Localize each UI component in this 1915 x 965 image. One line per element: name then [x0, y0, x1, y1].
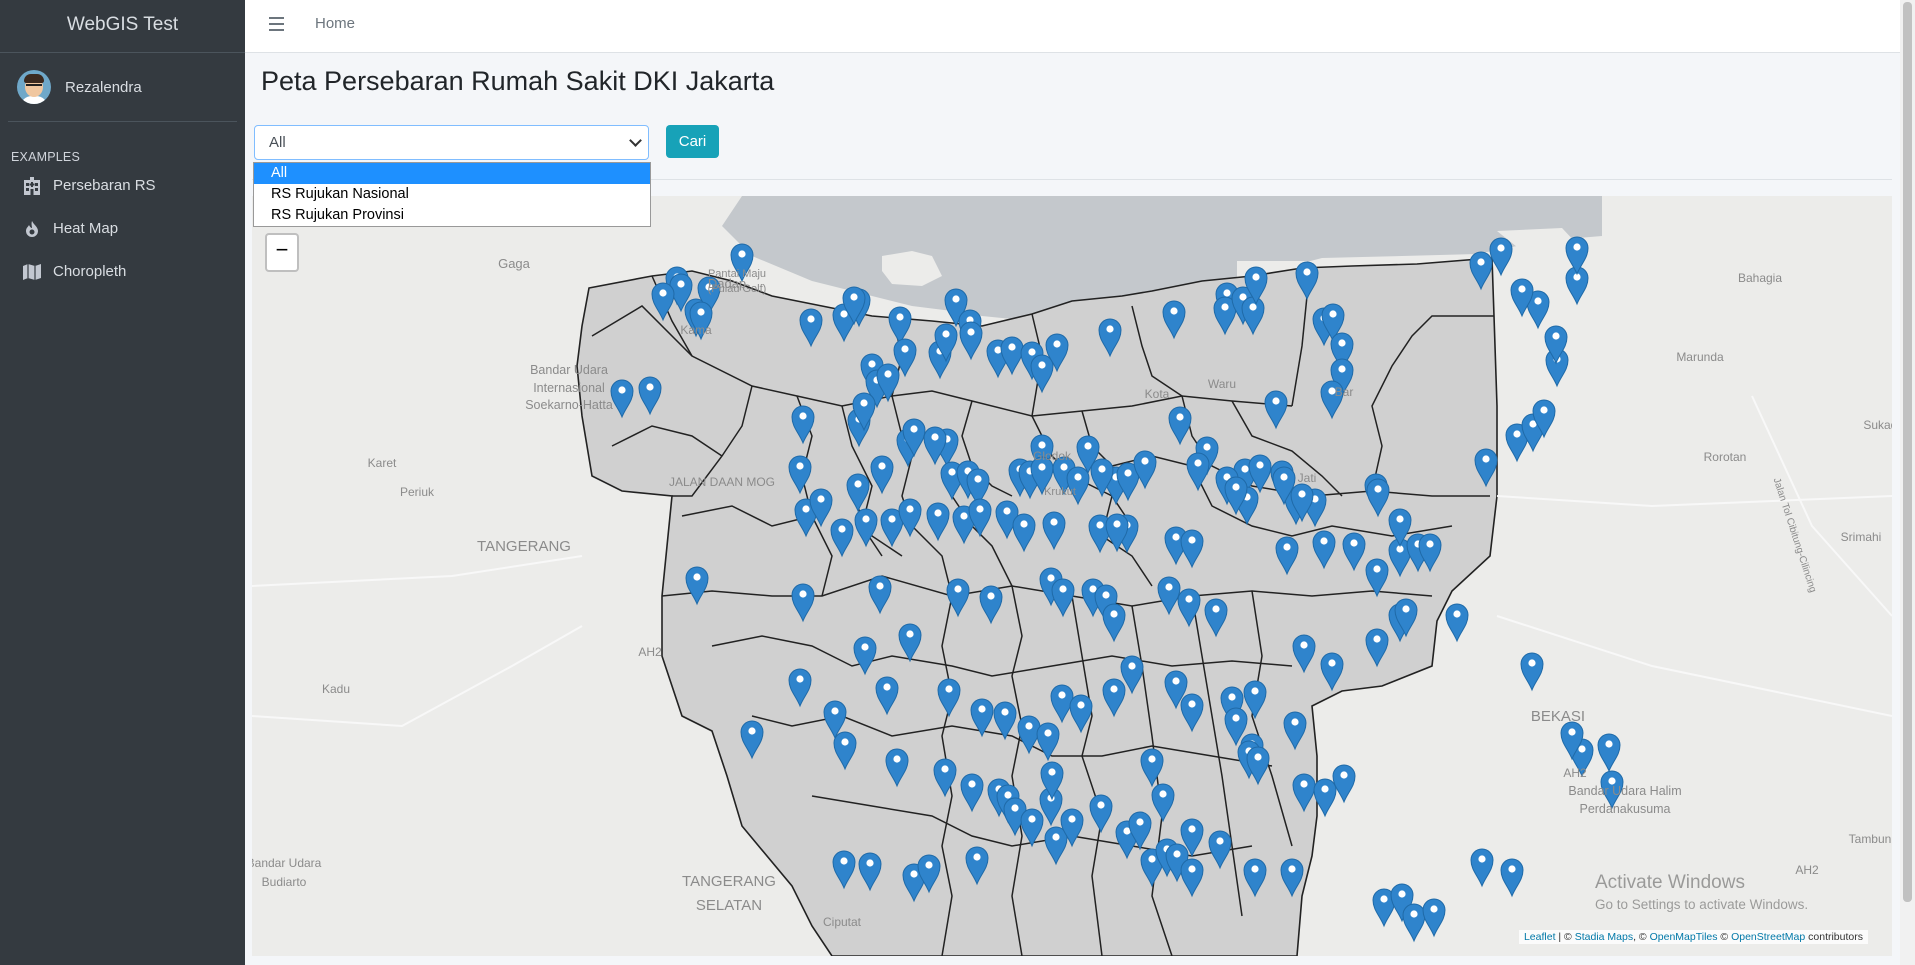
map-container[interactable]: Gaga Dadap Pantai Maju (Pulau Golf) Bandar U…: [252, 196, 1892, 956]
map-place-label: Kota: [1145, 387, 1170, 401]
map-place-label: TANGERANG: [477, 538, 571, 555]
hospital-marker-icon[interactable]: [1402, 903, 1426, 943]
map-place-label: Rorotan: [1704, 450, 1747, 464]
map-place-label: (Pulau Golf): [708, 283, 767, 295]
map-place-label: Marunda: [1676, 350, 1724, 364]
openstreetmap-link[interactable]: OpenStreetMap: [1731, 931, 1805, 943]
chevron-down-icon: [629, 134, 642, 147]
sidebar-item-label: Persebaran RS: [53, 177, 156, 194]
map-place-label: Pantai Maju: [708, 268, 766, 280]
category-select[interactable]: All: [254, 125, 649, 160]
select-option-rs-rujukan-nasional[interactable]: RS Rujukan Nasional: [254, 184, 650, 205]
map-place-label: Karet: [368, 456, 397, 470]
map-attribution: Leaflet | © Stadia Maps, © OpenMapTiles …: [1518, 930, 1868, 944]
map-place-label: Sukadan: [1863, 418, 1892, 432]
map-place-label: AH2: [638, 645, 662, 659]
sidebar-item-label: Heat Map: [53, 220, 119, 237]
sidebar: WebGIS Test Rezalendra EXAMPLES Persebar…: [0, 0, 245, 965]
sidebar-item-choropleth[interactable]: Choropleth: [0, 250, 245, 293]
watermark-line: Go to Settings to activate Windows.: [1595, 897, 1809, 912]
zoom-out-button[interactable]: −: [265, 233, 299, 272]
fire-icon: [22, 220, 42, 238]
sidebar-item-persebaran-rs[interactable]: Persebaran RS: [0, 164, 245, 207]
page-scrollbar[interactable]: [1900, 0, 1915, 965]
map-place-label: Srimahi: [1841, 530, 1882, 544]
windows-activation-watermark: Activate Windows Go to Settings to activ…: [1595, 872, 1808, 912]
sidebar-item-label: Choropleth: [53, 263, 127, 280]
attribution-text: , ©: [1633, 931, 1650, 943]
map-place-label: TANGERANG: [682, 873, 776, 890]
hospital-marker-icon[interactable]: [1332, 764, 1356, 804]
avatar: [17, 70, 51, 104]
map-place-label: JALAN DAAN MOG: [669, 475, 775, 489]
select-option-rs-rujukan-provinsi[interactable]: RS Rujukan Provinsi: [254, 205, 650, 226]
user-name[interactable]: Rezalendra: [65, 79, 142, 96]
leaflet-link[interactable]: Leaflet: [1524, 931, 1556, 943]
hospital-marker-icon[interactable]: [1520, 652, 1544, 692]
hospital-marker-icon[interactable]: [1445, 603, 1469, 643]
map-place-label: Ciputat: [823, 915, 862, 929]
hospital-marker-icon[interactable]: [1470, 848, 1494, 888]
map-place-label: Bandar Udara Halim: [1568, 784, 1681, 798]
attribution-text: | ©: [1555, 931, 1575, 943]
map-place-label: Bandar Udara: [530, 363, 608, 377]
select-value: All: [269, 134, 286, 151]
map-place-label: Tambun: [1849, 832, 1892, 846]
stadia-link[interactable]: Stadia Maps: [1575, 931, 1633, 943]
hospital-marker-icon[interactable]: [1489, 237, 1513, 277]
map-place-label: Perdanakusuma: [1579, 802, 1670, 816]
hamburger-menu-icon[interactable]: [269, 17, 284, 35]
nav-link-home[interactable]: Home: [315, 15, 355, 32]
map-place-label: Bar: [1335, 385, 1354, 399]
map-place-label: Budiarto: [262, 875, 307, 889]
map-place-label: AH2: [1563, 766, 1587, 780]
map-place-label: Waru: [1208, 377, 1236, 391]
attribution-text: contributors: [1805, 931, 1863, 943]
map-place-label: Soekarno-Hatta: [525, 398, 613, 412]
map-place-label: Gaga: [498, 256, 531, 271]
hospital-marker-icon[interactable]: [1565, 236, 1589, 276]
map-place-label: Kadu: [322, 682, 350, 696]
map-place-label: Bandar Udara: [252, 856, 322, 870]
watermark-line: Activate Windows: [1595, 872, 1745, 893]
hospital-marker-icon[interactable]: [1500, 858, 1524, 898]
map-place-label: Jalan Tol Cibitung-Cilincing: [1771, 477, 1819, 594]
page-title: Peta Persebaran Rumah Sakit DKI Jakarta: [261, 66, 775, 96]
hospital-marker-icon[interactable]: [1597, 733, 1621, 773]
map-place-label: Internasional: [533, 381, 605, 395]
map-place-label: Periuk: [400, 485, 435, 499]
map-place-label: Glodok: [1033, 449, 1072, 463]
top-navbar: Home: [245, 0, 1900, 53]
attribution-text: ©: [1717, 931, 1732, 943]
map-place-label: Jati: [1298, 471, 1317, 485]
map-icon: [22, 263, 42, 281]
map-place-label: BEKASI: [1531, 708, 1585, 725]
search-button[interactable]: Cari: [666, 125, 719, 158]
hospital-marker-icon[interactable]: [1422, 898, 1446, 938]
select-dropdown-list: All RS Rujukan Nasional RS Rujukan Provi…: [253, 162, 651, 227]
map-place-label: Krukut: [1044, 486, 1076, 498]
map-place-label: SELATAN: [696, 897, 762, 914]
sidebar-item-heat-map[interactable]: Heat Map: [0, 207, 245, 250]
openmaptiles-link[interactable]: OpenMapTiles: [1650, 931, 1718, 943]
map-place-label: Kama: [680, 323, 712, 337]
map-place-label: Bahagia: [1738, 271, 1782, 285]
hospital-icon: [22, 176, 42, 195]
nav-header: EXAMPLES: [11, 150, 80, 164]
select-option-all[interactable]: All: [254, 163, 650, 184]
user-panel[interactable]: Rezalendra: [8, 53, 237, 122]
brand-title[interactable]: WebGIS Test: [0, 0, 245, 53]
